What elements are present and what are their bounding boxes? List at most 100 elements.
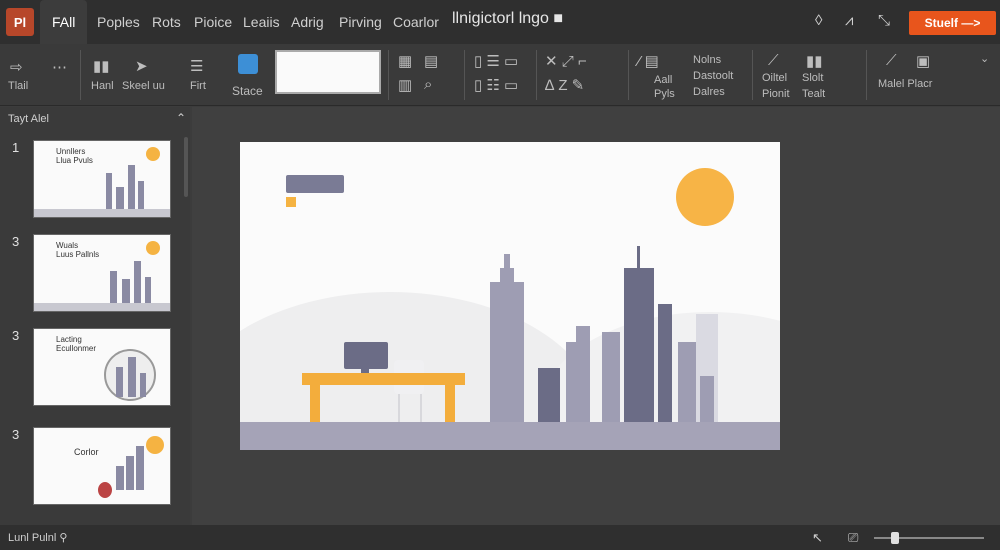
current-slide[interactable] xyxy=(240,142,780,450)
ribbon-label: Malel Placr xyxy=(878,78,933,90)
title-bar: Pl FAll Poples Rots Pioice Leaiis Adrig … xyxy=(0,0,1000,44)
title-placeholder[interactable] xyxy=(286,175,344,193)
building-shape[interactable] xyxy=(624,268,654,422)
chart-icon[interactable]: ▥ xyxy=(398,76,412,94)
pen-icon[interactable]: ⁄ ▤ xyxy=(638,52,659,70)
building-shape xyxy=(116,466,124,490)
ribbon-label: Dalres xyxy=(693,86,725,98)
eyedropper-icon[interactable]: ⟋ xyxy=(768,52,779,69)
slide-thumbnail[interactable]: Wuals Luus Pallnls xyxy=(33,234,171,312)
building-shape[interactable] xyxy=(602,332,620,422)
ribbon-label: Tlail xyxy=(8,80,29,92)
slide-thumbnail[interactable]: Corlor xyxy=(33,427,171,505)
thumb-title: Wuals Luus Pallnls xyxy=(56,241,100,259)
ribbon-label: Tealt xyxy=(802,88,826,100)
arrow-right-icon[interactable]: ⇨ xyxy=(10,58,23,76)
slide-thumbnail[interactable]: Unnllers Llua Pvuls xyxy=(33,140,171,218)
close-icon[interactable]: ✕ ⤢ ⌐ xyxy=(545,52,587,70)
desk-leg xyxy=(310,385,320,422)
accent-square xyxy=(286,197,296,207)
slide-number: 3 xyxy=(12,427,20,442)
monitor-shape[interactable] xyxy=(344,342,388,369)
zoom-slider-handle[interactable] xyxy=(891,532,899,544)
ribbon-label: Dastoolt xyxy=(693,70,734,82)
lightbulb-icon[interactable]: ◊ xyxy=(815,12,822,29)
columns-icon[interactable]: ▮▮ xyxy=(806,52,823,70)
ribbon-divider xyxy=(80,50,81,100)
tab-animations[interactable]: Adrig xyxy=(291,0,324,44)
ribbon-label: Stace xyxy=(232,84,263,98)
share-button[interactable]: Stuelf —> xyxy=(909,11,996,35)
layout-icon[interactable]: ▤ xyxy=(424,52,438,70)
ribbon-divider xyxy=(866,50,867,100)
chevron-down-icon[interactable]: ⌄ xyxy=(980,52,989,65)
ribbon-divider xyxy=(752,50,753,100)
building-shape xyxy=(106,173,112,209)
building-shape[interactable] xyxy=(538,368,560,422)
building-spire xyxy=(500,268,514,282)
ribbon-label: Aall xyxy=(654,74,673,86)
shape-icon[interactable] xyxy=(238,54,258,74)
building-shape[interactable] xyxy=(490,282,524,422)
building-shape[interactable] xyxy=(678,342,696,422)
building-shape xyxy=(126,456,134,490)
tab-home[interactable]: Poples xyxy=(97,0,140,44)
slide-thumbnail-panel: Tayt Alel ⌃ 1 Unnllers Llua Pvuls 3 Wual… xyxy=(0,107,190,525)
tab-file[interactable]: FAll xyxy=(40,0,88,44)
building-shape xyxy=(116,187,124,209)
tab-slideshow[interactable]: Pirving xyxy=(339,0,382,44)
magic-icon[interactable]: ⟋ xyxy=(886,52,897,69)
designer-icon[interactable]: ▣ xyxy=(916,52,930,70)
align-icon[interactable]: ▯ ☷ ▭ xyxy=(474,76,518,94)
building-shape xyxy=(116,367,123,397)
desk-shape[interactable] xyxy=(302,373,465,385)
tab-review[interactable]: Coarlor xyxy=(393,0,439,44)
fullscreen-icon[interactable]: ⤡ xyxy=(878,12,890,29)
document-title: llnigictorl lngo ■ xyxy=(452,10,564,27)
brush-icon[interactable]: ∆ Z ✎ xyxy=(545,76,584,94)
dots-icon[interactable]: ⋯ xyxy=(52,58,67,76)
ribbon-label: Firt xyxy=(190,80,206,92)
chevron-up-icon[interactable]: ⌃ xyxy=(176,111,186,125)
tab-insert[interactable]: Rots xyxy=(152,0,181,44)
slide-number: 3 xyxy=(12,328,20,343)
table-icon[interactable]: ▦ xyxy=(398,52,412,70)
search-icon[interactable]: ⌕ xyxy=(424,76,432,93)
cursor-icon[interactable]: ↖ xyxy=(812,530,823,546)
chair-leg xyxy=(420,394,422,422)
sun-shape[interactable] xyxy=(676,168,734,226)
ribbon-label: Slolt xyxy=(802,72,824,84)
chair-leg xyxy=(398,394,400,422)
tab-transitions[interactable]: Leaiis xyxy=(243,0,280,44)
slide-thumbnail[interactable]: Lacting Ecullonmer xyxy=(33,328,171,406)
thumb-title: Lacting Ecullonmer xyxy=(56,335,97,353)
ground-shape xyxy=(34,209,170,217)
building-shape xyxy=(138,181,144,209)
building-top xyxy=(576,326,590,342)
building-shape xyxy=(145,277,151,303)
panel-scrollbar[interactable] xyxy=(184,137,188,197)
ribbon: ⇨ Tlail ⋯ ▮▮ Hanl ➤ Skeel uu ☰ Firt Stac… xyxy=(0,44,1000,106)
building-shape[interactable] xyxy=(566,342,590,422)
text-icon[interactable]: ☰ xyxy=(190,57,203,75)
ribbon-label: Skeel uu xyxy=(122,80,165,92)
ribbon-divider xyxy=(536,50,537,100)
slide-style-preview[interactable] xyxy=(275,50,381,94)
grid-icon[interactable]: ▮▮ xyxy=(93,57,110,75)
ribbon-label: Oiltel xyxy=(762,72,788,84)
antenna xyxy=(637,246,640,268)
cursor-icon[interactable]: ➤ xyxy=(135,57,148,75)
status-bar: Lunl Pulnl ⚲ ↖ ⎚ xyxy=(0,525,1000,550)
person-shape xyxy=(98,482,112,498)
fit-icon[interactable]: ⎚ xyxy=(848,530,858,546)
tab-design[interactable]: Pioice xyxy=(194,0,232,44)
ribbon-label: Pyls xyxy=(654,88,675,100)
building-spire xyxy=(504,254,510,268)
ribbon-divider xyxy=(628,50,629,100)
line-icon[interactable]: ▯ ☰ ▭ xyxy=(474,52,518,70)
present-icon[interactable]: ⩘ xyxy=(845,12,853,29)
building-shape[interactable] xyxy=(700,376,714,422)
thumb-title: Unnllers Llua Pvuls xyxy=(56,147,93,165)
building-shape[interactable] xyxy=(658,304,672,422)
powerpoint-window: Pl FAll Poples Rots Pioice Leaiis Adrig … xyxy=(0,0,1000,550)
